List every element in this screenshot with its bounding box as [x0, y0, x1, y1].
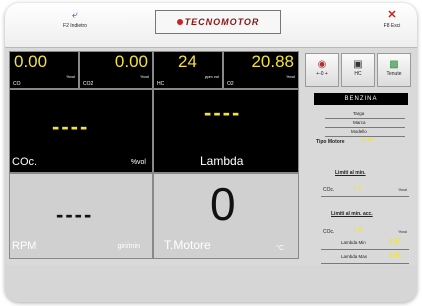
limits-acc-co-value: 0.3: [353, 228, 362, 234]
lambda-max-label: Lambda Max: [341, 254, 368, 259]
hc-label: HC: [157, 81, 165, 87]
co-value: 0.00: [14, 52, 48, 71]
co2-unit: %vol: [140, 74, 149, 79]
hc-value: 24: [178, 52, 197, 71]
marca-line: [325, 127, 405, 128]
co2-label: CO2: [83, 81, 94, 87]
zero-button-label: +-0 +: [316, 71, 328, 77]
limits-acc-co-row: COc. 0.3 %vol: [323, 228, 409, 235]
back-button[interactable]: ⤶ F2 Indietro: [57, 9, 93, 29]
zero-button[interactable]: ◉ +-0 +: [305, 53, 339, 87]
tecnomotor-logo: TECNOMOTOR: [155, 10, 281, 34]
limits-acc-co-unit: %vol: [398, 229, 407, 234]
limits-idle-co-label: COc.: [323, 187, 335, 193]
lambda-min-value: 0.97: [389, 239, 401, 245]
bottom-bar: [5, 265, 417, 302]
limits-idle-co-row: COc. 0.5 %vol: [323, 186, 409, 193]
fuel-type-value: BENZINA: [344, 96, 378, 102]
hc-readout: 24 HC ppm vol: [153, 51, 223, 89]
modello-label: Modello: [351, 129, 367, 134]
engine-type-label: Tipo Motore: [316, 139, 345, 145]
limits-acc-co-label: COc.: [323, 229, 335, 235]
back-arrow-icon: ⤶: [71, 9, 79, 21]
limits-idle-title: Limiti al min.: [335, 170, 366, 176]
lambda-max-value: 1.03: [389, 253, 401, 259]
o2-value: 20.88: [251, 52, 294, 71]
o2-label: O2: [227, 81, 234, 87]
limits-idle-co-unit: %vol: [398, 187, 407, 192]
co-readout: 0.00 CO %vol: [9, 51, 79, 89]
lambda-value: ----: [204, 100, 242, 125]
tenute-button-label: Tenute: [386, 71, 402, 77]
limits-idle-line: [321, 196, 409, 197]
coc-panel: ---- COc. %vol: [9, 89, 153, 173]
seal-icon: ▩: [389, 59, 399, 70]
modello-line: [325, 136, 405, 137]
exit-button-label: F8 Esci: [383, 23, 401, 29]
marca-label: Marca: [353, 120, 366, 125]
lambda-max-line: [321, 263, 409, 264]
lambda-min-line: [321, 249, 409, 250]
hc-button-label: HC: [354, 71, 362, 77]
hc-unit: ppm vol: [204, 74, 219, 79]
engine-type-value: CAT: [362, 138, 374, 144]
engine-icon: ◉: [317, 59, 327, 70]
lambda-panel: ---- Lambda: [153, 89, 299, 173]
lambda-max-row: Lambda Max 1.03: [341, 253, 409, 259]
limits-idle-co-value: 0.5: [353, 186, 362, 192]
targa-label: Targa: [353, 111, 365, 116]
fuel-type-box: BENZINA: [314, 93, 408, 105]
lambda-label: Lambda: [200, 154, 244, 168]
hc-button[interactable]: ▣ HC: [341, 53, 375, 87]
co-unit: %vol: [66, 74, 75, 79]
lambda-min-label: Lambda Min: [341, 240, 366, 245]
back-button-label: F2 Indietro: [63, 23, 87, 29]
tenute-button[interactable]: ▩ Tenute: [377, 53, 411, 87]
coc-unit: %vol: [130, 159, 146, 166]
targa-line: [325, 118, 405, 119]
limits-acc-title: Limiti al min. acc.: [331, 211, 373, 217]
app-window: ⤶ F2 Indietro TECNOMOTOR ✕ F8 Esci 0.00 …: [5, 3, 417, 302]
logo-text: TECNOMOTOR: [184, 17, 260, 27]
exit-button[interactable]: ✕ F8 Esci: [377, 9, 407, 29]
rpm-value: ----: [56, 202, 94, 227]
co2-value: 0.00: [114, 52, 148, 71]
engine-temp-value: 0: [210, 178, 236, 230]
rpm-panel: ---- RPM giri/min: [9, 173, 153, 259]
rpm-label: RPM: [12, 240, 37, 252]
engine-temp-panel: 0 T.Motore °C: [153, 173, 299, 259]
coc-value: ----: [52, 114, 90, 139]
coc-label: COc.: [12, 156, 38, 168]
engine-temp-label: T.Motore: [164, 238, 211, 252]
o2-readout: 20.88 O2 %vol: [223, 51, 299, 89]
close-icon: ✕: [387, 9, 397, 21]
co2-readout: 0.00 CO2 %vol: [79, 51, 153, 89]
toolbar: ⤶ F2 Indietro TECNOMOTOR ✕ F8 Esci: [5, 3, 417, 48]
logo-mark-icon: [176, 19, 183, 25]
engine-temp-unit: °C: [276, 245, 284, 252]
co-label: CO: [13, 81, 21, 87]
o2-unit: %vol: [286, 74, 295, 79]
rpm-unit: giri/min: [117, 243, 140, 250]
lambda-min-row: Lambda Min 0.97: [341, 239, 409, 245]
hc-icon: ▣: [353, 59, 363, 70]
